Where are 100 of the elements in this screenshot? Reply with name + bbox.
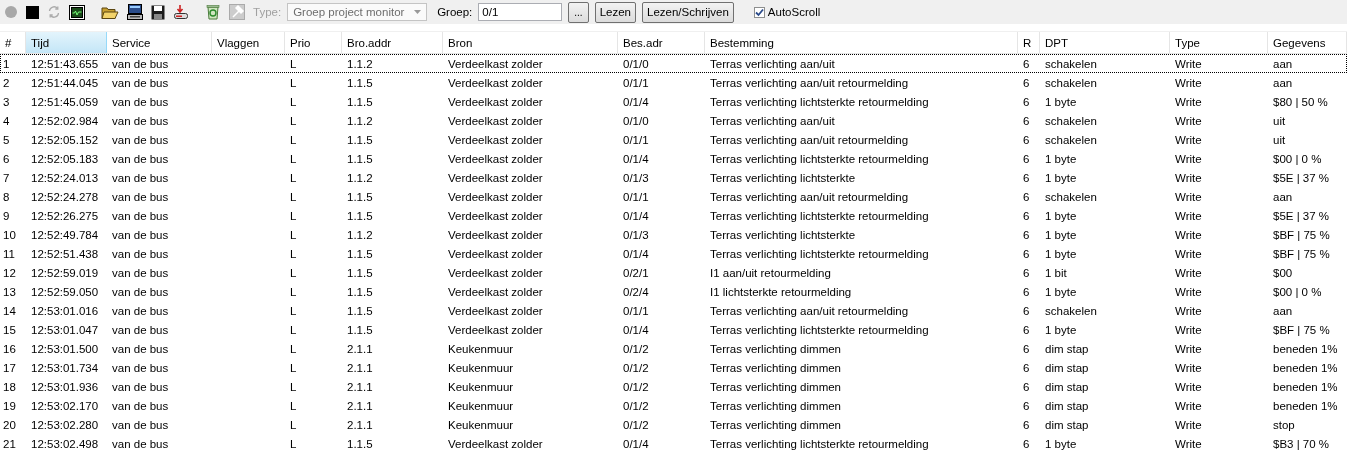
service-cell-text: van de bus — [111, 418, 170, 431]
time-cell-text: 12:53:01.936 — [30, 380, 100, 393]
table-row[interactable]: 11 12:52:51.438 van de bus L 1.1.5 Verdeelkast zolder 0/1/4 Terras verlichting lichtsterkte retourmelding 6 1 byte Write $BF | 75 % — [0, 244, 1347, 263]
data-cell-text: beneden 1% — [1272, 342, 1339, 355]
source-address-cell-text: 1.1.5 — [346, 190, 374, 203]
table-row[interactable]: 17 12:53:01.734 van de bus L 2.1.1 Keukenmuur 0/1/2 Terras verlichting dimmen 6 dim stap Write beneden 1% — [0, 358, 1347, 377]
column-header[interactable]: Vlaggen — [212, 32, 285, 53]
priority-cell-text: L — [289, 76, 298, 89]
table-row[interactable]: 2 12:51:44.045 van de bus L 1.1.5 Verdeelkast zolder 0/1/1 Terras verlichting aan/uit retourmelding 6 schakelen Write aan — [0, 73, 1347, 92]
table-row[interactable]: 19 12:53:02.170 van de bus L 2.1.1 Keukenmuur 0/1/2 Terras verlichting dimmen 6 dim stap Write beneden 1% — [0, 396, 1347, 415]
table-row[interactable]: 7 12:52:24.013 van de bus L 1.1.2 Verdeelkast zolder 0/1/3 Terras verlichting lichtsterkte 6 1 byte Write $5E | 37 % — [0, 168, 1347, 187]
destination-cell-text: Terras verlichting aan/uit — [709, 57, 836, 70]
type-cell-text: Write — [1174, 285, 1203, 298]
destination-address-cell-text: 0/2/4 — [622, 285, 650, 298]
column-header[interactable]: Service — [107, 32, 212, 53]
table-row[interactable]: 14 12:53:01.016 van de bus L 1.1.5 Verdeelkast zolder 0/1/1 Terras verlichting aan/uit retourmelding 6 schakelen Write aan — [0, 301, 1347, 320]
computer-icon[interactable] — [127, 4, 143, 20]
table-row[interactable]: 21 12:53:02.498 van de bus L 1.1.5 Verdeelkast zolder 0/1/4 Terras verlichting lichtsterkte retourmelding 6 1 byte Write $B3 | 70 % — [0, 434, 1347, 453]
dpt-cell-text: schakelen — [1044, 133, 1098, 146]
type-cell-text: Write — [1174, 342, 1203, 355]
monitor-icon[interactable] — [69, 4, 85, 20]
column-header[interactable]: Gegevens — [1268, 32, 1347, 53]
table-row[interactable]: 9 12:52:26.275 van de bus L 1.1.5 Verdeelkast zolder 0/1/4 Terras verlichting lichtsterkte retourmelding 6 1 byte Write $5E | 37 % — [0, 206, 1347, 225]
dpt-cell-text: 1 bit — [1044, 266, 1068, 279]
destination-address-cell-text: 0/1/4 — [622, 95, 650, 108]
table-row[interactable]: 1 12:51:43.655 van de bus L 1.1.2 Verdeelkast zolder 0/1/0 Terras verlichting aan/uit 6 schakelen Write aan — [0, 54, 1347, 73]
row-number: 2 — [2, 76, 11, 89]
read-button[interactable]: Lezen — [594, 1, 636, 23]
table-row[interactable]: 4 12:52:02.984 van de bus L 1.1.2 Verdeelkast zolder 0/1/0 Terras verlichting aan/uit 6 schakelen Write uit — [0, 111, 1347, 130]
table-row[interactable]: 20 12:53:02.280 van de bus L 2.1.1 Keukenmuur 0/1/2 Terras verlichting dimmen 6 dim stap Write stop — [0, 415, 1347, 434]
export-icon[interactable] — [173, 4, 189, 20]
destination-cell-text: Terras verlichting aan/uit — [709, 114, 836, 127]
table-row[interactable]: 5 12:52:05.152 van de bus L 1.1.5 Verdeelkast zolder 0/1/1 Terras verlichting aan/uit retourmelding 6 schakelen Write uit — [0, 130, 1347, 149]
column-header[interactable]: Bron — [443, 32, 618, 53]
read-write-button[interactable]: Lezen/Schrijven — [642, 1, 734, 23]
table-row[interactable]: 18 12:53:01.936 van de bus L 2.1.1 Keukenmuur 0/1/2 Terras verlichting dimmen 6 dim stap Write beneden 1% — [0, 377, 1347, 396]
repeat-cell-text: 6 — [1022, 342, 1031, 355]
table-row[interactable]: 3 12:51:45.059 van de bus L 1.1.5 Verdeelkast zolder 0/1/4 Terras verlichting lichtsterkte retourmelding 6 1 byte Write $80 | 50 % — [0, 92, 1347, 111]
priority-cell-text: L — [289, 152, 298, 165]
source-cell-text: Verdeelkast zolder — [447, 133, 544, 146]
source-address-cell-text: 1.1.2 — [346, 57, 374, 70]
row-number: 9 — [2, 209, 11, 222]
table-row[interactable]: 15 12:53:01.047 van de bus L 1.1.5 Verdeelkast zolder 0/1/4 Terras verlichting lichtsterkte retourmelding 6 1 byte Write $BF | 75 % — [0, 320, 1347, 339]
time-cell-text: 12:51:43.655 — [30, 57, 100, 70]
dpt-cell-text: 1 byte — [1044, 209, 1078, 222]
repeat-cell-text: 6 — [1022, 190, 1031, 203]
destination-cell-text: Terras verlichting lichtsterkte retourmelding — [709, 247, 930, 260]
type-cell-text: Write — [1174, 190, 1203, 203]
priority-cell-text: L — [289, 361, 298, 374]
destination-cell-text: Terras verlichting lichtsterkte — [709, 228, 857, 241]
type-cell-text: Write — [1174, 380, 1203, 393]
table-row[interactable]: 8 12:52:24.278 van de bus L 1.1.5 Verdeelkast zolder 0/1/1 Terras verlichting aan/uit retourmelding 6 schakelen Write aan — [0, 187, 1347, 206]
source-cell-text: Verdeelkast zolder — [447, 304, 544, 317]
source-address-cell-text: 2.1.1 — [346, 380, 374, 393]
repeat-cell-text: 6 — [1022, 437, 1031, 450]
time-cell-text: 12:52:59.050 — [30, 285, 100, 298]
table-row[interactable]: 10 12:52:49.784 van de bus L 1.1.2 Verdeelkast zolder 0/1/3 Terras verlichting lichtsterkte 6 1 byte Write $BF | 75 % — [0, 225, 1347, 244]
dpt-cell-text: 1 byte — [1044, 437, 1078, 450]
table-row[interactable]: 6 12:52:05.183 van de bus L 1.1.5 Verdeelkast zolder 0/1/4 Terras verlichting lichtsterkte retourmelding 6 1 byte Write $00 | 0 % — [0, 149, 1347, 168]
source-cell-text: Verdeelkast zolder — [447, 95, 544, 108]
column-header[interactable]: DPT — [1040, 32, 1170, 53]
row-number: 5 — [2, 133, 11, 146]
priority-cell-text: L — [289, 228, 298, 241]
row-number: 1 — [2, 57, 11, 70]
dpt-cell-text: 1 byte — [1044, 171, 1078, 184]
repeat-cell-text: 6 — [1022, 228, 1031, 241]
priority-cell-text: L — [289, 418, 298, 431]
service-cell-text: van de bus — [111, 57, 170, 70]
column-header[interactable]: Bestemming — [705, 32, 1018, 53]
destination-cell-text: Terras verlichting dimmen — [709, 418, 842, 431]
table-row[interactable]: 12 12:52:59.019 van de bus L 1.1.5 Verdeelkast zolder 0/2/1 I1 aan/uit retourmelding 6 1 bit Write $00 — [0, 263, 1347, 282]
source-address-cell-text: 1.1.5 — [346, 437, 374, 450]
type-cell-text: Write — [1174, 361, 1203, 374]
service-cell-text: van de bus — [111, 437, 170, 450]
row-number: 20 — [2, 418, 17, 431]
save-icon[interactable] — [151, 4, 165, 20]
destination-address-cell-text: 0/1/2 — [622, 399, 650, 412]
destination-address-cell-text: 0/1/0 — [622, 57, 650, 70]
folder-icon[interactable] — [101, 4, 119, 20]
table-row[interactable]: 16 12:53:01.500 van de bus L 2.1.1 Keukenmuur 0/1/2 Terras verlichting dimmen 6 dim stap Write beneden 1% — [0, 339, 1347, 358]
column-header[interactable]: Bes.adr — [618, 32, 705, 53]
autoscroll-checkbox[interactable] — [753, 6, 765, 18]
dpt-cell-text: 1 byte — [1044, 228, 1078, 241]
browse-button[interactable]: ... — [568, 1, 589, 23]
data-cell-text: $00 | 0 % — [1272, 152, 1323, 165]
group-field[interactable]: 0/1 — [478, 3, 563, 21]
column-header[interactable]: R — [1018, 32, 1040, 53]
priority-cell-text: L — [289, 95, 298, 108]
table-row[interactable]: 13 12:52:59.050 van de bus L 1.1.5 Verdeelkast zolder 0/2/4 I1 lichtsterkte retourmelding 6 1 byte Write $00 | 0 % — [0, 282, 1347, 301]
row-number: 16 — [2, 342, 17, 355]
time-cell-text: 12:52:24.278 — [30, 190, 100, 203]
repeat-cell-text: 6 — [1022, 57, 1031, 70]
stop-icon[interactable] — [26, 5, 39, 19]
column-header[interactable]: Tijd — [26, 32, 107, 53]
source-cell-text: Verdeelkast zolder — [447, 266, 544, 279]
service-cell-text: van de bus — [111, 76, 170, 89]
column-header[interactable]: Bro.addr — [342, 32, 443, 53]
time-cell-text: 12:53:01.500 — [30, 342, 100, 355]
column-header[interactable]: Prio — [285, 32, 342, 53]
column-header[interactable]: Type — [1170, 32, 1268, 53]
